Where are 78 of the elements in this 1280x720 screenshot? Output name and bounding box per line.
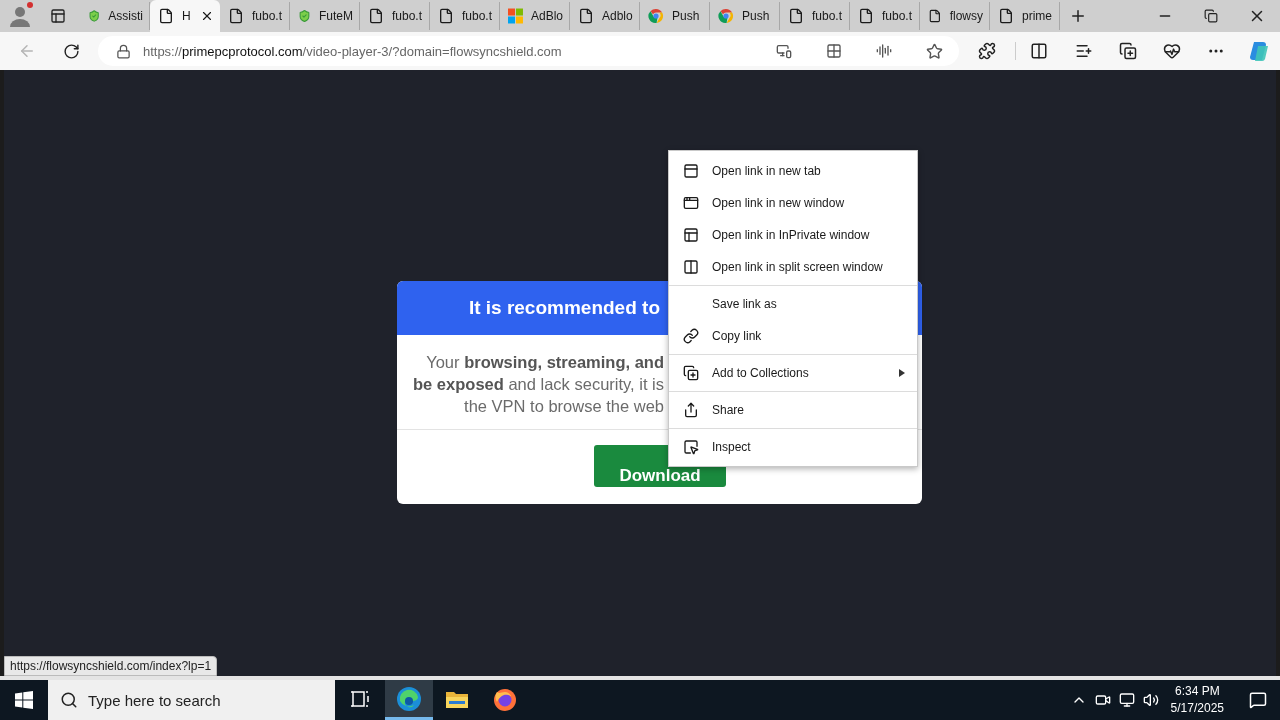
share-icon bbox=[683, 402, 699, 418]
tab-actions-icon[interactable] bbox=[50, 8, 66, 24]
search-icon bbox=[60, 691, 78, 709]
browser-tab[interactable]: flowsy bbox=[920, 2, 990, 30]
collections-icon[interactable] bbox=[1119, 42, 1138, 60]
taskbar-app[interactable] bbox=[385, 680, 433, 720]
tab-icon bbox=[683, 163, 699, 179]
dialog-text: the VPN to browse the web bbox=[464, 396, 664, 417]
address-field[interactable]: https://primepcprotocol.com/video-player-3/?domain=flowsyncshield.com bbox=[97, 36, 960, 66]
clock[interactable]: 6:34 PM 5/17/2025 bbox=[1170, 683, 1224, 717]
notification-dot bbox=[27, 2, 33, 8]
inspect-icon bbox=[683, 439, 699, 455]
network-icon[interactable] bbox=[1118, 692, 1135, 708]
task-view-icon bbox=[351, 689, 371, 708]
squares-logo-icon bbox=[508, 8, 523, 24]
browser-tab[interactable]: FuteM bbox=[290, 2, 360, 30]
split-screen-icon bbox=[683, 259, 699, 275]
file-icon bbox=[998, 8, 1014, 24]
file-icon bbox=[578, 8, 594, 24]
apps-icon[interactable] bbox=[826, 43, 843, 59]
camera-icon[interactable] bbox=[1094, 692, 1111, 708]
close-tab-icon[interactable] bbox=[200, 9, 214, 23]
read-aloud-icon[interactable] bbox=[876, 43, 893, 59]
link-icon bbox=[683, 328, 699, 344]
favorite-star-icon[interactable] bbox=[926, 42, 944, 60]
split-screen-icon[interactable] bbox=[1030, 42, 1049, 60]
browser-tab[interactable]: AdBlo bbox=[500, 2, 570, 30]
start-icon[interactable] bbox=[15, 691, 33, 709]
menu-item[interactable]: Open link in new tab bbox=[669, 155, 917, 187]
shield-icon bbox=[88, 8, 101, 24]
menu-item[interactable]: Save link as bbox=[669, 288, 917, 320]
shield-icon bbox=[298, 8, 311, 24]
browser-tab[interactable]: fubo.t bbox=[430, 2, 500, 30]
window-icon bbox=[683, 195, 699, 211]
menu-item[interactable]: Open link in split screen window bbox=[669, 251, 917, 283]
browser-tab[interactable]: Adblo bbox=[570, 2, 640, 30]
browser-tab[interactable]: H bbox=[150, 0, 220, 32]
menu-item[interactable]: Add to Collections bbox=[669, 357, 917, 389]
volume-icon[interactable] bbox=[1142, 692, 1159, 708]
menu-item[interactable]: Copy link bbox=[669, 320, 917, 352]
dialog-text: be exposed and lack security, it is bbox=[413, 374, 664, 395]
file-icon bbox=[928, 8, 942, 24]
round-logo-icon bbox=[718, 8, 734, 24]
profile-avatar-icon[interactable] bbox=[9, 5, 31, 27]
new-tab-icon[interactable] bbox=[1069, 7, 1087, 25]
file-icon bbox=[368, 8, 384, 24]
browser-tab[interactable]: fubo.t bbox=[850, 2, 920, 30]
extensions-icon[interactable] bbox=[978, 42, 997, 60]
favorites-icon[interactable] bbox=[1075, 42, 1094, 60]
browser-tab[interactable]: fubo.t bbox=[360, 2, 430, 30]
health-icon[interactable] bbox=[1163, 42, 1182, 60]
refresh-icon[interactable] bbox=[63, 42, 81, 60]
round-logo-icon bbox=[648, 8, 664, 24]
menu-item[interactable]: Share bbox=[669, 394, 917, 426]
file-icon bbox=[228, 8, 244, 24]
lock-icon bbox=[115, 43, 131, 59]
collections-icon bbox=[683, 365, 699, 381]
browser-tab[interactable]: Push bbox=[640, 2, 710, 30]
file-icon bbox=[858, 8, 874, 24]
dialog-title: It is recommended to bbox=[468, 297, 660, 319]
private-window-icon bbox=[683, 227, 699, 243]
file-icon bbox=[788, 8, 804, 24]
dialog-text: Your browsing, streaming, and bbox=[426, 352, 664, 373]
browser-tab[interactable]: fubo.t bbox=[220, 2, 290, 30]
file-icon bbox=[158, 8, 174, 24]
browser-tab[interactable]: fubo.t bbox=[780, 2, 850, 30]
browser-tab[interactable]: prime bbox=[990, 2, 1060, 30]
restore-icon[interactable] bbox=[1204, 9, 1218, 23]
menu-item[interactable]: Open link in InPrivate window bbox=[669, 219, 917, 251]
link-preview: https://flowsyncshield.com/index?lp=1 bbox=[4, 656, 218, 676]
file-icon bbox=[438, 8, 454, 24]
taskbar-search-field[interactable]: Type here to search bbox=[48, 680, 335, 720]
notifications-icon[interactable] bbox=[1249, 691, 1267, 709]
browser-logo-icon bbox=[396, 685, 422, 712]
devices-icon[interactable] bbox=[776, 43, 793, 59]
browser-tab[interactable]: Push bbox=[710, 2, 780, 30]
assistant-logo-icon[interactable] bbox=[1248, 40, 1271, 62]
menu-item[interactable]: Open link in new window bbox=[669, 187, 917, 219]
